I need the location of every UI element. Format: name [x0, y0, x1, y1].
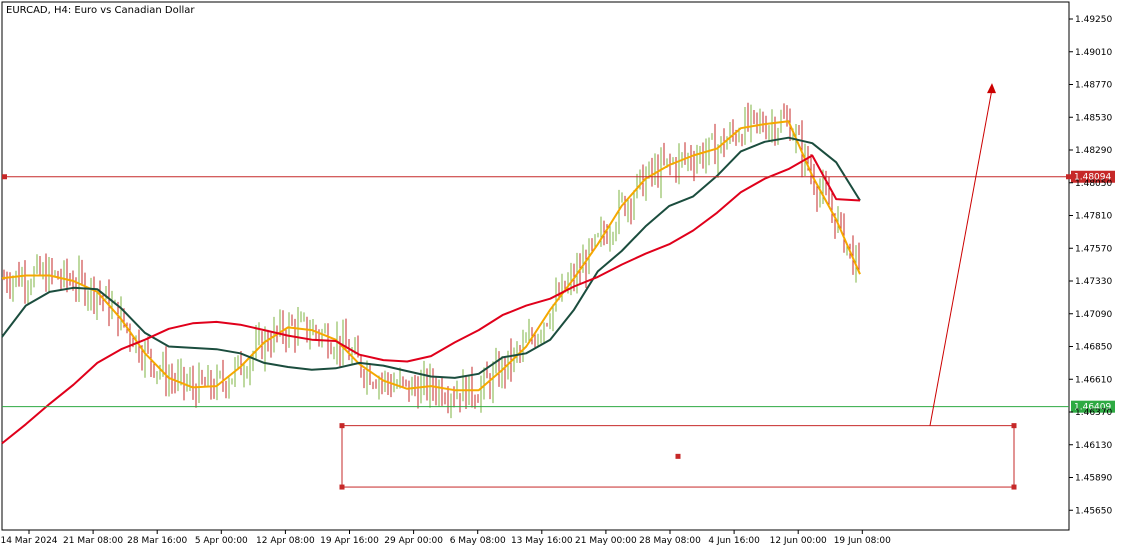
time-tick-label: 19 Jun 08:00 — [834, 536, 891, 546]
zone-handle[interactable] — [339, 423, 345, 429]
time-tick-label: 19 Apr 16:00 — [320, 536, 379, 546]
price-tick-label: 1.46610 — [1075, 375, 1112, 385]
price-tick-label: 1.47810 — [1075, 212, 1112, 222]
time-tick-label: 5 Apr 00:00 — [195, 536, 248, 546]
zone-handle[interactable] — [1011, 484, 1017, 490]
time-tick-label: 29 Apr 00:00 — [384, 536, 443, 546]
zone-handle[interactable] — [1011, 423, 1017, 429]
time-tick-label: 28 May 08:00 — [639, 536, 701, 546]
price-tick-label: 1.46370 — [1075, 408, 1112, 418]
time-tick-label: 21 May 00:00 — [575, 536, 637, 546]
price-tick-label: 1.47330 — [1075, 277, 1112, 287]
time-tick-label: 6 May 08:00 — [450, 536, 506, 546]
time-tick-label: 28 Mar 16:00 — [127, 536, 187, 546]
time-tick-label: 13 May 16:00 — [511, 536, 573, 546]
price-tick-label: 1.48290 — [1075, 146, 1112, 156]
zone-handle[interactable] — [339, 484, 345, 490]
level-anchor-point[interactable] — [2, 174, 7, 180]
price-tick-label: 1.49010 — [1075, 48, 1112, 58]
time-tick-label: 21 Mar 08:00 — [63, 536, 123, 546]
price-tick-label: 1.45890 — [1075, 474, 1112, 484]
time-tick-label: 4 Jun 16:00 — [708, 536, 760, 546]
price-tick-label: 1.48770 — [1075, 81, 1112, 91]
price-tick-label: 1.46850 — [1075, 343, 1112, 353]
time-tick-label: 14 Mar 2024 — [0, 536, 57, 546]
price-tick-label: 1.47090 — [1075, 310, 1112, 320]
price-tick-label: 1.48050 — [1075, 179, 1112, 189]
time-tick-label: 12 Jun 00:00 — [770, 536, 827, 546]
chart-title: EURCAD, H4: Euro vs Canadian Dollar — [6, 5, 195, 16]
price-tick-label: 1.45650 — [1075, 506, 1112, 516]
price-tick-label: 1.48530 — [1075, 113, 1112, 123]
price-tick-label: 1.49250 — [1075, 15, 1112, 25]
level-anchor-point[interactable] — [1066, 174, 1071, 180]
time-tick-label: 12 Apr 08:00 — [256, 536, 315, 546]
price-chart[interactable]: 1.480941.46409 1.492501.490101.487701.48… — [0, 0, 1123, 551]
price-tick-label: 1.46130 — [1075, 441, 1112, 451]
zone-handle[interactable] — [675, 453, 681, 459]
price-tick-label: 1.47570 — [1075, 244, 1112, 254]
